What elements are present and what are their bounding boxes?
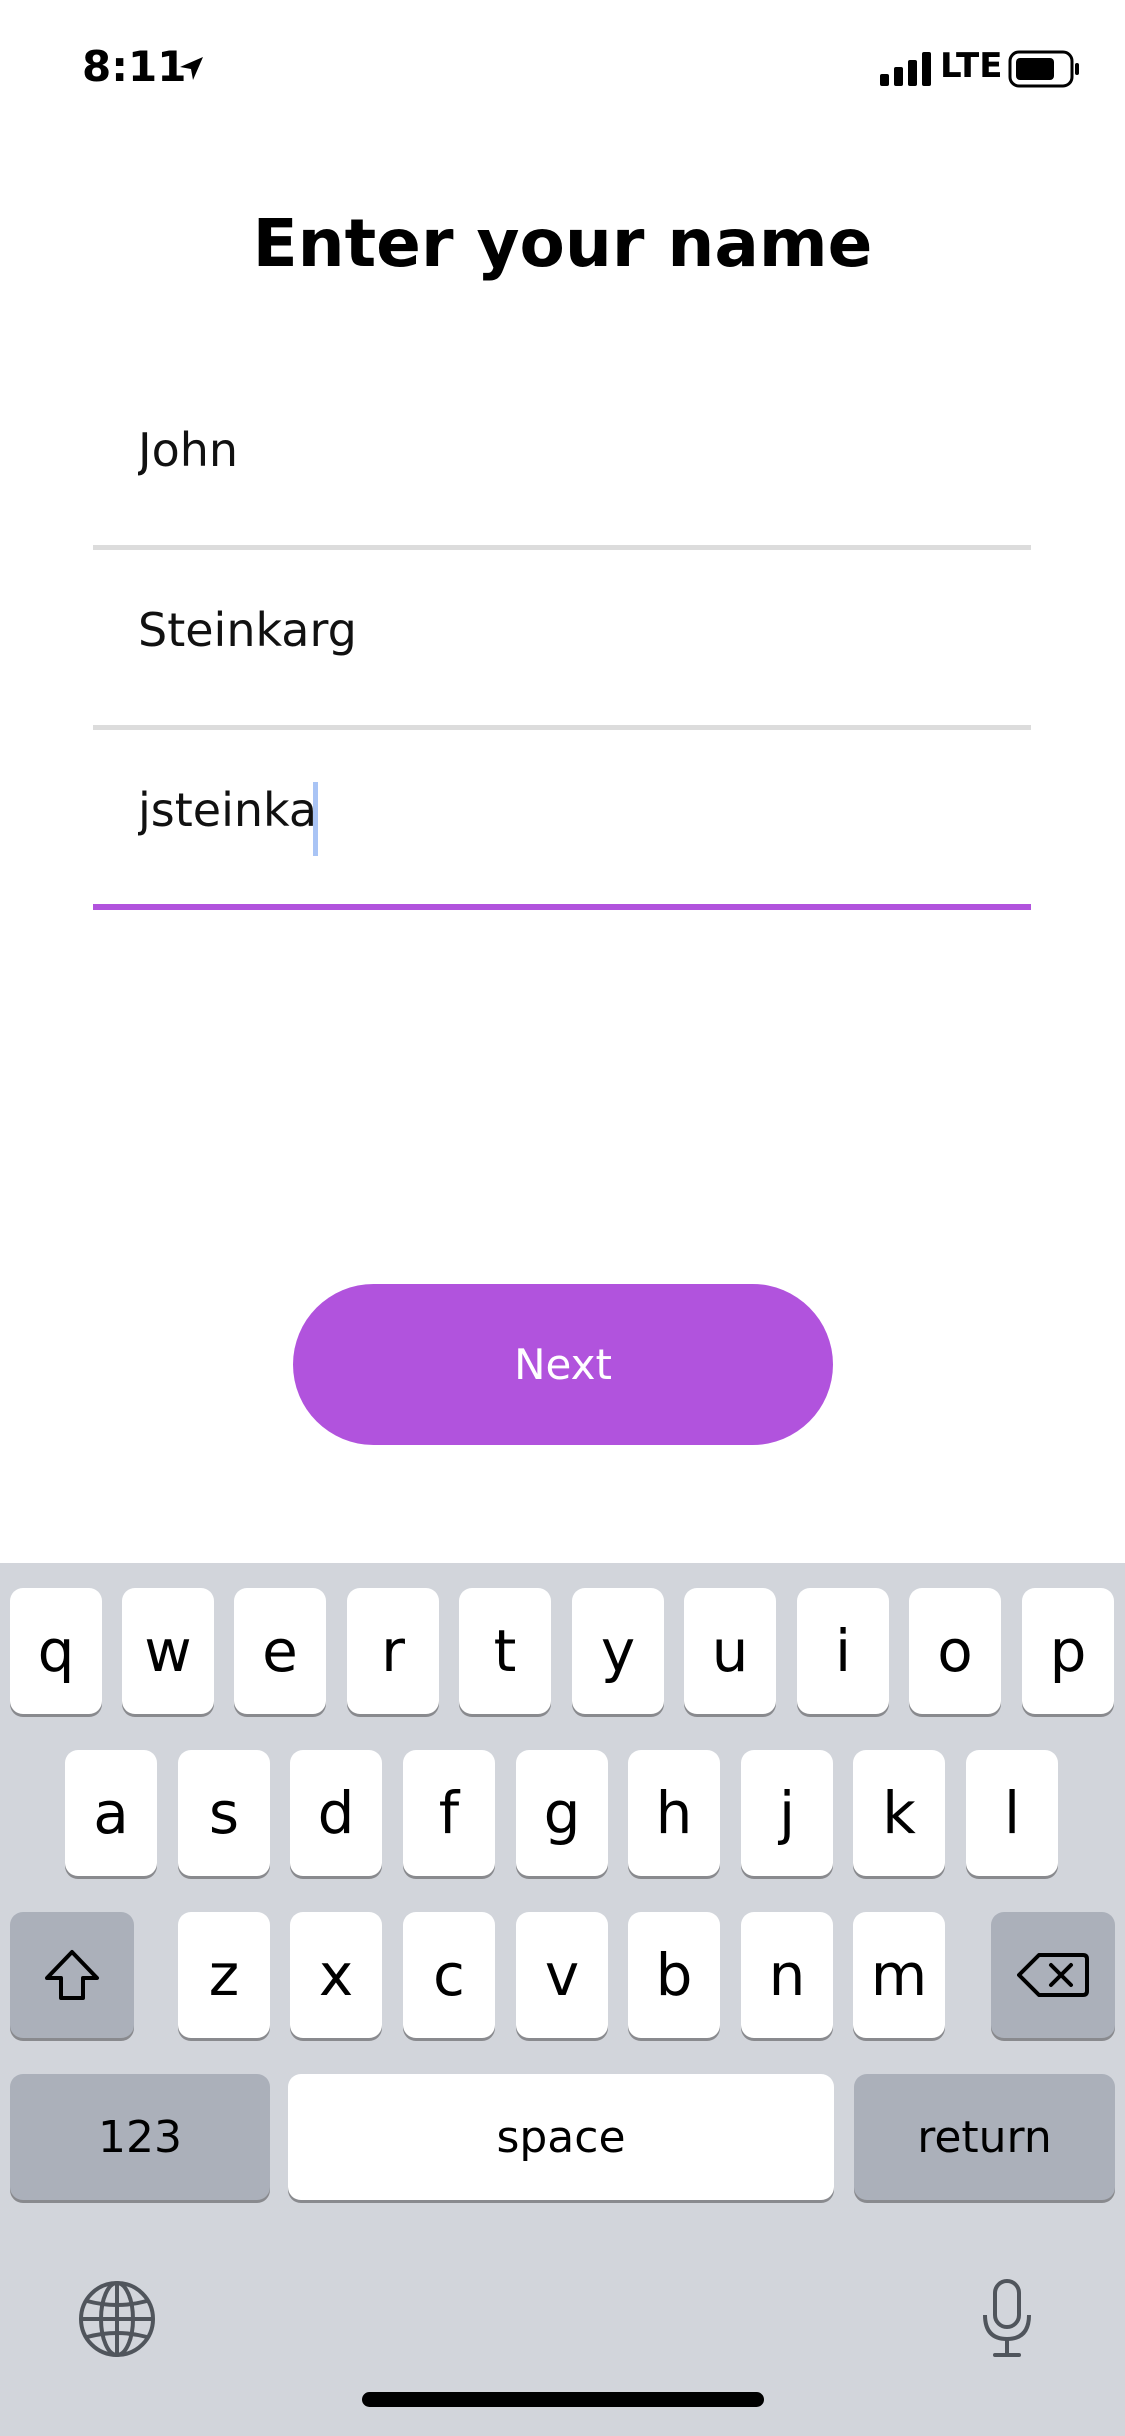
key-v[interactable]: v (516, 1912, 608, 2038)
username-field (93, 730, 1031, 910)
numbers-key[interactable]: 123 (10, 2074, 270, 2200)
keyboard: q w e r t y u i o p a s d f g h j k l z … (0, 1563, 1125, 2436)
microphone-icon[interactable] (980, 2277, 1034, 2361)
key-r[interactable]: r (347, 1588, 439, 1714)
key-s[interactable]: s (178, 1750, 270, 1876)
key-p[interactable]: p (1022, 1588, 1114, 1714)
shift-icon (45, 1950, 99, 2000)
space-key[interactable]: space (288, 2074, 834, 2200)
key-z[interactable]: z (178, 1912, 270, 2038)
key-x[interactable]: x (290, 1912, 382, 2038)
key-f[interactable]: f (403, 1750, 495, 1876)
key-i[interactable]: i (797, 1588, 889, 1714)
globe-icon[interactable] (75, 2277, 159, 2361)
key-j[interactable]: j (741, 1750, 833, 1876)
key-c[interactable]: c (403, 1912, 495, 2038)
text-caret (313, 782, 318, 856)
key-d[interactable]: d (290, 1750, 382, 1876)
first-name-field (93, 370, 1031, 550)
key-q[interactable]: q (10, 1588, 102, 1714)
username-underline (93, 904, 1031, 910)
key-t[interactable]: t (459, 1588, 551, 1714)
network-type: LTE (940, 46, 1003, 86)
status-bar: 8:11 LTE (0, 0, 1125, 132)
backspace-key[interactable] (991, 1912, 1115, 2038)
key-o[interactable]: o (909, 1588, 1001, 1714)
key-h[interactable]: h (628, 1750, 720, 1876)
key-l[interactable]: l (966, 1750, 1058, 1876)
last-name-field (93, 550, 1031, 730)
key-b[interactable]: b (628, 1912, 720, 2038)
first-name-input[interactable] (138, 400, 998, 500)
key-e[interactable]: e (234, 1588, 326, 1714)
key-k[interactable]: k (853, 1750, 945, 1876)
key-a[interactable]: a (65, 1750, 157, 1876)
page-title: Enter your name (252, 205, 873, 282)
battery-icon (1008, 50, 1079, 88)
shift-key[interactable] (10, 1912, 134, 2038)
key-w[interactable]: w (122, 1588, 214, 1714)
key-m[interactable]: m (853, 1912, 945, 2038)
home-indicator[interactable] (362, 2392, 764, 2407)
signal-icon (880, 52, 931, 86)
next-button[interactable]: Next (293, 1284, 833, 1445)
backspace-icon (1017, 1953, 1089, 1997)
return-key[interactable]: return (854, 2074, 1115, 2200)
status-time: 8:11 (82, 42, 187, 91)
last-name-input[interactable] (138, 580, 998, 680)
key-n[interactable]: n (741, 1912, 833, 2038)
location-arrow-icon (180, 57, 203, 80)
key-g[interactable]: g (516, 1750, 608, 1876)
username-input[interactable] (138, 760, 998, 860)
key-u[interactable]: u (684, 1588, 776, 1714)
key-y[interactable]: y (572, 1588, 664, 1714)
